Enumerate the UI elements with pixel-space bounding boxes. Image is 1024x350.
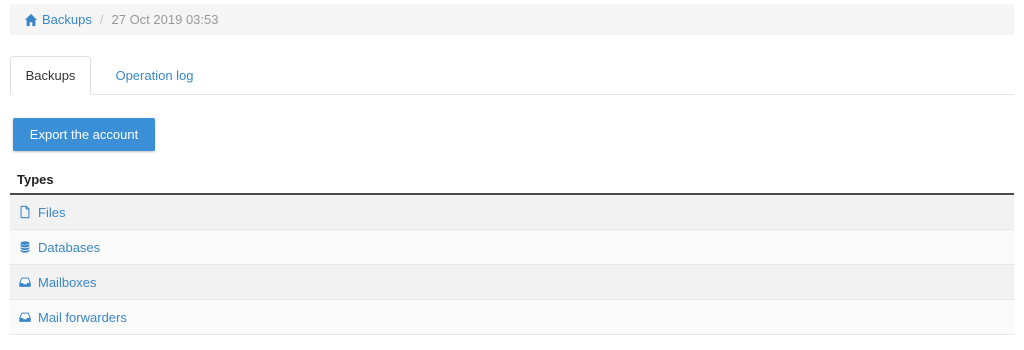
breadcrumb: Backups / 27 Oct 2019 03:53 [10, 4, 1014, 35]
export-account-button[interactable]: Export the account [13, 118, 155, 151]
inbox-icon [19, 277, 31, 287]
database-icon [20, 241, 30, 253]
types-column-header: Types [10, 166, 1014, 195]
breadcrumb-separator: / [99, 12, 104, 27]
row-label: Databases [38, 239, 101, 255]
table-row: Mail forwarders [10, 300, 1014, 335]
row-label: Mailboxes [38, 274, 97, 290]
file-icon [20, 205, 30, 219]
inbox-icon [19, 312, 31, 322]
row-label: Files [38, 204, 66, 220]
breadcrumb-home-label: Backups [42, 12, 92, 27]
row-label: Mail forwarders [38, 309, 127, 325]
breadcrumb-home-link[interactable]: Backups [24, 12, 92, 27]
table-row: Mailboxes [10, 265, 1014, 300]
tab-bar: Backups Operation log [10, 56, 1014, 95]
mail-forwarders-link[interactable]: Mail forwarders [18, 310, 127, 325]
table-row: Files [10, 195, 1014, 230]
tab-operation-log[interactable]: Operation log [97, 56, 212, 95]
mailboxes-link[interactable]: Mailboxes [18, 275, 97, 290]
home-icon [24, 13, 38, 26]
breadcrumb-current: 27 Oct 2019 03:53 [111, 12, 219, 27]
databases-link[interactable]: Databases [18, 240, 100, 255]
files-link[interactable]: Files [18, 205, 65, 220]
tab-backups[interactable]: Backups [10, 56, 91, 95]
types-table: Files Databases Mailboxes Mail forwarder… [10, 195, 1014, 335]
table-row: Databases [10, 230, 1014, 265]
